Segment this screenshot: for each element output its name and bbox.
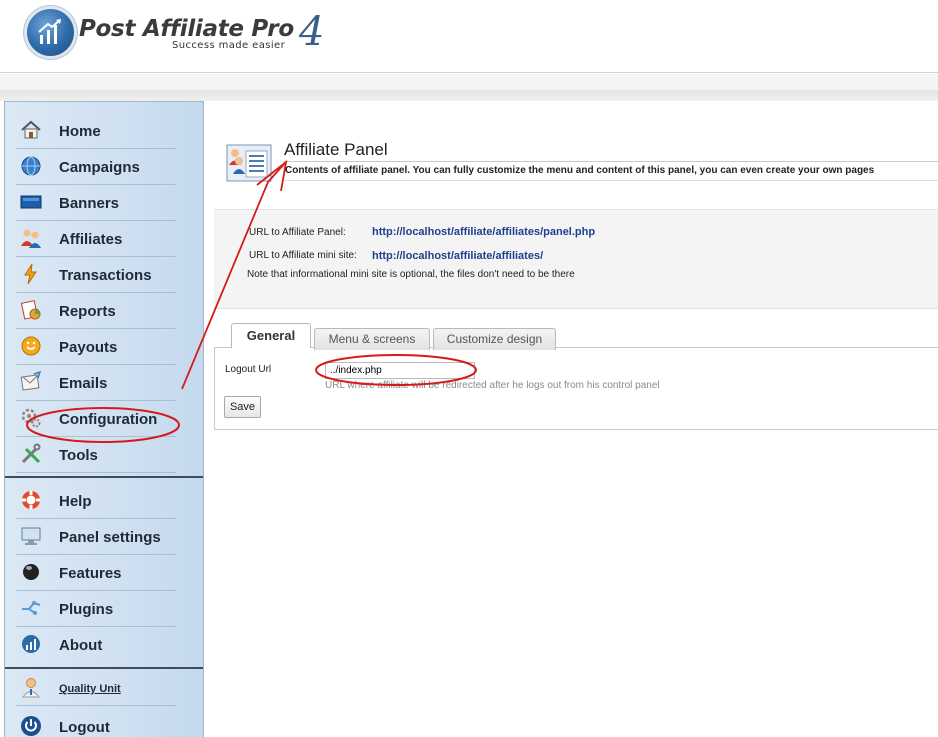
features-icon	[23, 564, 39, 580]
mini-site-url-label: URL to Affiliate mini site:	[249, 250, 357, 261]
logout-url-label: Logout Url	[225, 364, 272, 375]
sidebar-item-label: Affiliates	[59, 231, 123, 248]
sidebar-item-label: Configuration	[59, 411, 158, 428]
sidebar-item-label: Transactions	[59, 267, 152, 284]
sidebar-item-tools[interactable]: Tools	[16, 437, 176, 473]
title-divider	[283, 161, 938, 162]
panel-settings-icon	[21, 527, 41, 545]
logo-version: 4	[299, 9, 325, 55]
mini-site-note: Note that informational mini site is opt…	[247, 269, 575, 280]
sidebar-item-label: Logout	[59, 719, 110, 736]
page-title: Affiliate Panel	[284, 140, 388, 159]
payouts-icon	[21, 336, 41, 356]
sidebar-item-label: Banners	[59, 195, 120, 212]
header: Post Affiliate Pro 4 Success made easier	[0, 0, 938, 73]
sidebar-separator	[5, 476, 203, 478]
sidebar-item-label: Tools	[59, 447, 98, 464]
panel-url-link[interactable]: http://localhost/affiliate/affiliates/pa…	[372, 226, 595, 238]
sidebar-item-label: Emails	[59, 375, 108, 392]
configuration-icon	[21, 408, 41, 428]
logout-url-help: URL where affiliate will be redirected a…	[325, 380, 660, 391]
transactions-icon	[24, 263, 37, 285]
tab-menu-screens[interactable]: Menu & screens	[314, 328, 430, 350]
sidebar-item-reports[interactable]: Reports	[16, 293, 176, 329]
sidebar-item-campaigns[interactable]: Campaigns	[16, 149, 176, 185]
logout-url-input[interactable]	[325, 362, 475, 379]
home-icon	[21, 120, 41, 139]
logout-icon	[21, 716, 41, 736]
help-icon	[22, 491, 40, 509]
emails-icon	[20, 371, 42, 391]
tools-icon	[21, 443, 41, 464]
sidebar-item-label: About	[59, 637, 103, 654]
sidebar-item-panel-settings[interactable]: Panel settings	[16, 519, 176, 555]
sidebar-separator	[5, 667, 203, 669]
sidebar: Home Campaigns Banners Affiliates Transa…	[4, 101, 204, 737]
logo-tagline: Success made easier	[172, 40, 286, 51]
sidebar-item-label: Reports	[59, 303, 116, 320]
header-bar	[0, 74, 938, 90]
tab-general[interactable]: General	[231, 323, 311, 348]
save-button[interactable]: Save	[224, 396, 261, 418]
panel-url-label: URL to Affiliate Panel:	[249, 227, 346, 238]
description-divider	[283, 180, 938, 181]
sidebar-item-label: Quality Unit	[59, 683, 121, 695]
main-content: Affiliate Panel Contents of affiliate pa…	[204, 101, 938, 737]
sidebar-item-quality-unit[interactable]: Quality Unit	[16, 670, 176, 706]
user-icon	[22, 678, 40, 698]
mini-site-url-link[interactable]: http://localhost/affiliate/affiliates/	[372, 250, 543, 262]
sidebar-item-configuration[interactable]: Configuration	[16, 401, 176, 437]
sidebar-item-plugins[interactable]: Plugins	[16, 591, 176, 627]
sidebar-item-logout[interactable]: Logout	[16, 709, 176, 737]
sidebar-item-transactions[interactable]: Transactions	[16, 257, 176, 293]
sidebar-item-label: Home	[59, 123, 101, 140]
tab-customize-design[interactable]: Customize design	[433, 328, 556, 350]
sidebar-item-payouts[interactable]: Payouts	[16, 329, 176, 365]
logo-title: Post Affiliate Pro	[79, 16, 294, 42]
plugins-icon	[22, 601, 41, 615]
sidebar-item-label: Help	[59, 493, 92, 510]
campaigns-icon	[21, 156, 41, 176]
affiliates-icon	[21, 229, 41, 248]
sidebar-item-help[interactable]: Help	[16, 483, 176, 519]
sidebar-item-label: Panel settings	[59, 529, 161, 546]
reports-icon	[20, 300, 41, 320]
sidebar-item-label: Payouts	[59, 339, 118, 356]
sidebar-item-label: Features	[59, 565, 122, 582]
sidebar-item-features[interactable]: Features	[16, 555, 176, 591]
sidebar-item-label: Campaigns	[59, 159, 140, 176]
url-info-box: URL to Affiliate Panel: http://localhost…	[214, 209, 938, 309]
sidebar-item-label: Plugins	[59, 601, 114, 618]
affiliate-panel-icon	[226, 144, 272, 182]
about-icon	[22, 635, 40, 653]
logo-icon	[27, 9, 74, 56]
banners-icon	[20, 195, 42, 209]
page-description: Contents of affiliate panel. You can ful…	[285, 165, 875, 176]
sidebar-item-about[interactable]: About	[16, 627, 176, 663]
sidebar-item-emails[interactable]: Emails	[16, 365, 176, 401]
sidebar-item-banners[interactable]: Banners	[16, 185, 176, 221]
sidebar-item-home[interactable]: Home	[16, 113, 176, 149]
sidebar-item-affiliates[interactable]: Affiliates	[16, 221, 176, 257]
header-bar-shadow	[0, 90, 938, 101]
